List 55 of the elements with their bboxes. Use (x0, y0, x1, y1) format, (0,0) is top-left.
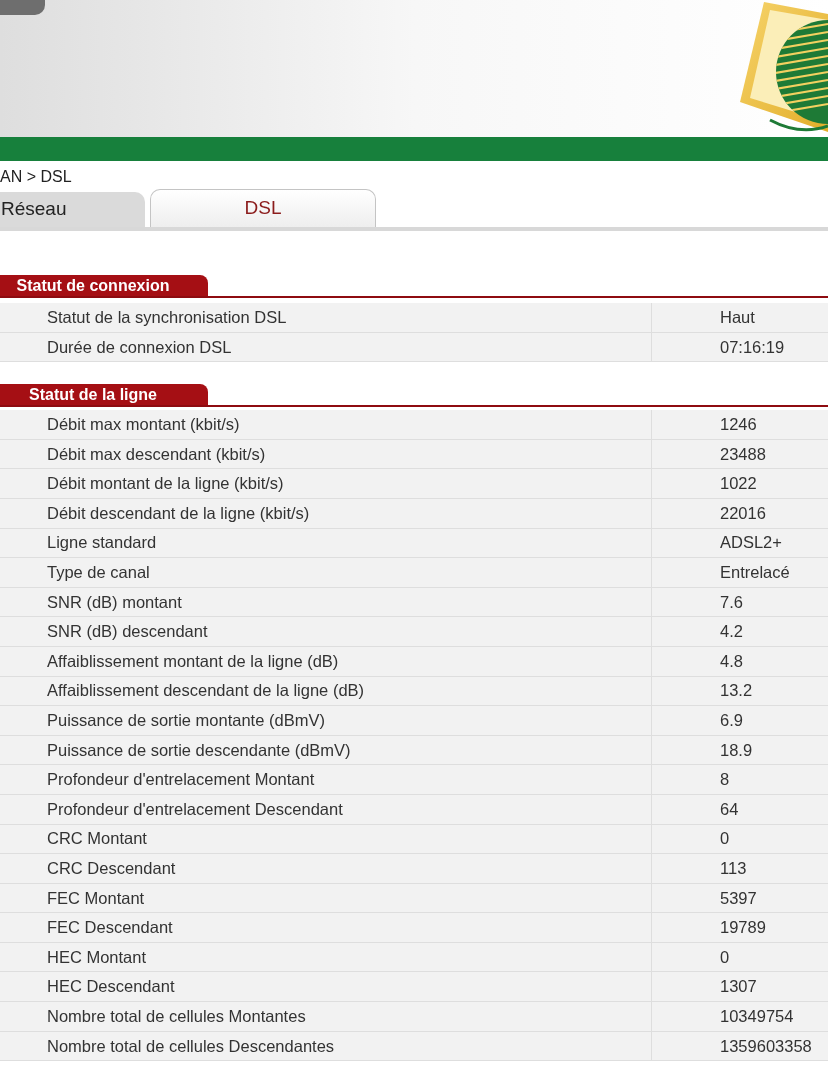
field-value: 1359603358 (652, 1031, 828, 1062)
field-label: Profondeur d'entrelacement Descendant (0, 794, 652, 825)
tab[interactable]: Réseau (0, 192, 145, 227)
field-value: 10349754 (652, 1002, 828, 1032)
field-value: 22016 (652, 498, 828, 529)
header-corner-block (0, 0, 45, 15)
field-value: 13.2 (652, 676, 828, 707)
field-label: Débit max descendant (kbit/s) (0, 439, 652, 470)
field-value: 07:16:19 (652, 332, 828, 363)
field-label: Nombre total de cellules Descendantes (0, 1031, 652, 1062)
field-label: Débit max montant (kbit/s) (0, 410, 652, 440)
field-value: 4.8 (652, 646, 828, 677)
field-label: CRC Montant (0, 824, 652, 855)
field-label: Puissance de sortie montante (dBmV) (0, 706, 652, 736)
logo-icon (740, 2, 828, 134)
field-label: SNR (dB) descendant (0, 617, 652, 647)
section-header: Statut de connexion (0, 275, 208, 296)
field-value: ADSL2+ (652, 528, 828, 559)
field-value: 23488 (652, 439, 828, 470)
field-label: Profondeur d'entrelacement Montant (0, 765, 652, 795)
field-value: 1022 (652, 469, 828, 499)
field-value: 18.9 (652, 735, 828, 766)
field-label: Affaiblissement montant de la ligne (dB) (0, 646, 652, 677)
field-label: HEC Montant (0, 942, 652, 973)
field-label: Durée de connexion DSL (0, 332, 652, 363)
field-label: FEC Descendant (0, 913, 652, 943)
field-label: SNR (dB) montant (0, 587, 652, 618)
field-value: Haut (652, 303, 828, 333)
field-label: CRC Descendant (0, 854, 652, 884)
field-value: 0 (652, 942, 828, 973)
field-value: 113 (652, 854, 828, 884)
field-label: Débit descendant de la ligne (kbit/s) (0, 498, 652, 529)
field-value: 64 (652, 794, 828, 825)
field-label: Ligne standard (0, 528, 652, 559)
field-value: 1246 (652, 410, 828, 440)
field-value: 1307 (652, 972, 828, 1003)
field-label: Puissance de sortie descendante (dBmV) (0, 735, 652, 766)
field-value: 19789 (652, 913, 828, 943)
field-label: Type de canal (0, 558, 652, 588)
field-label: FEC Montant (0, 883, 652, 914)
field-value: Entrelacé (652, 558, 828, 588)
field-value: 7.6 (652, 587, 828, 618)
field-value: 5397 (652, 883, 828, 914)
field-value: 8 (652, 765, 828, 795)
field-label: Statut de la synchronisation DSL (0, 303, 652, 333)
field-label: Affaiblissement descendant de la ligne (dB) (0, 676, 652, 707)
field-label: HEC Descendant (0, 972, 652, 1003)
tab[interactable]: DSL (150, 189, 376, 227)
section-header: Statut de la ligne (0, 384, 208, 406)
breadcrumb: AN > DSL (0, 166, 72, 187)
field-value: 6.9 (652, 706, 828, 736)
field-value: 0 (652, 824, 828, 855)
field-label: Nombre total de cellules Montantes (0, 1002, 652, 1032)
field-value: 4.2 (652, 617, 828, 647)
field-label: Débit montant de la ligne (kbit/s) (0, 469, 652, 499)
